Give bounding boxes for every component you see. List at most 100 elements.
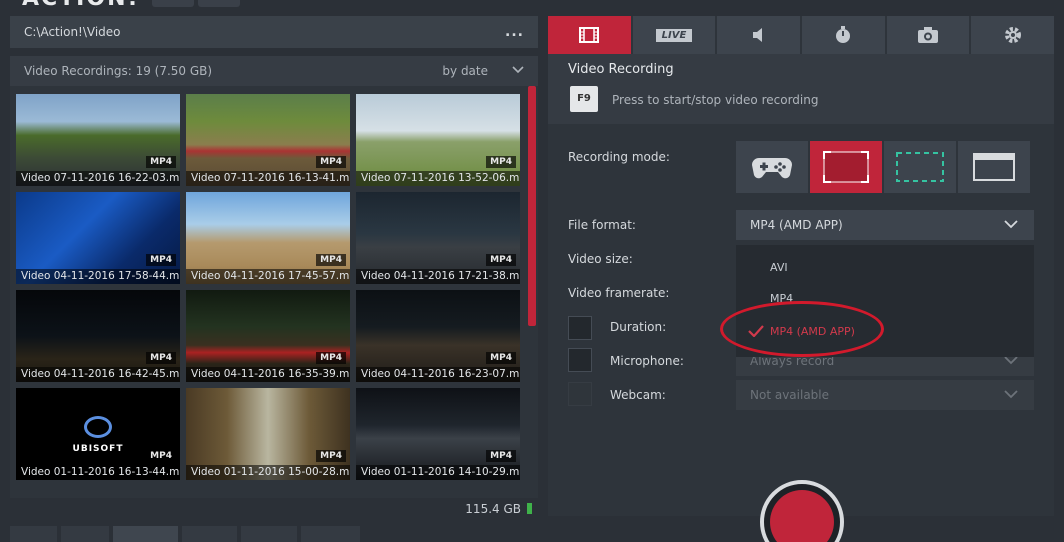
video-thumbnail[interactable]: MP4 Video 04-11-2016 17-58-44.mp4	[16, 192, 180, 284]
mode-region-button[interactable]	[884, 141, 956, 193]
storage-indicator-icon	[527, 503, 532, 514]
format-badge: MP4	[146, 352, 176, 364]
bottom-button-1[interactable]	[10, 526, 58, 542]
video-filename: Video 04-11-2016 16-23-07.mp4	[356, 367, 520, 382]
video-thumbnail[interactable]: MP4 Video 07-11-2016 16-13-41.mp4	[186, 94, 350, 186]
folder-path: C:\Action!\Video	[24, 25, 121, 39]
hotkey-hint: Press to start/stop video recording	[612, 93, 819, 107]
chevron-down-icon	[1004, 390, 1018, 399]
tab-screenshot[interactable]	[886, 16, 970, 54]
film-icon	[579, 27, 600, 43]
file-format-label: File format:	[568, 218, 636, 232]
video-thumbnail[interactable]: MP4 Video 04-11-2016 17-21-38.mp4	[356, 192, 520, 284]
duration-checkbox[interactable]	[568, 316, 592, 340]
free-storage-value: 115.4 GB	[465, 502, 521, 516]
chevron-down-icon	[1004, 220, 1018, 229]
record-icon	[770, 490, 834, 542]
gear-icon	[1004, 27, 1021, 43]
mode-window-button[interactable]	[958, 141, 1030, 193]
video-thumbnail[interactable]: UBISOFT MP4 Video 01-11-2016 16-13-44.mp…	[16, 388, 180, 480]
ubisoft-logo-icon	[84, 416, 112, 438]
tab-video[interactable]	[548, 16, 631, 54]
chevron-down-icon[interactable]	[512, 66, 524, 74]
format-badge: MP4	[316, 254, 346, 266]
file-format-select[interactable]: MP4 (AMD APP)	[736, 210, 1034, 240]
webcam-label: Webcam:	[610, 388, 666, 402]
free-storage: 115.4 GB	[465, 502, 532, 516]
video-filename: Video 07-11-2016 13-52-06.mp4	[356, 171, 520, 186]
format-badge: MP4	[486, 254, 516, 266]
video-thumbnail[interactable]: MP4 Video 01-11-2016 15-00-28.mp4	[186, 388, 350, 480]
highlight-ring	[720, 301, 884, 357]
duration-label: Duration:	[610, 320, 667, 334]
microphone-checkbox[interactable]	[568, 348, 592, 372]
video-thumbnail[interactable]: MP4 Video 04-11-2016 16-42-45.mp4	[16, 290, 180, 382]
settings-panel: LIVE Video Recording F9 Press to start/s…	[548, 16, 1055, 516]
speaker-icon	[752, 28, 762, 42]
video-filename: Video 04-11-2016 16-42-45.mp4	[16, 367, 180, 382]
webcam-select[interactable]: Not available	[736, 380, 1034, 410]
video-filename: Video 01-11-2016 14-10-29.mp4	[356, 465, 520, 480]
mode-fullscreen-button[interactable]	[810, 141, 882, 193]
format-badge: MP4	[486, 156, 516, 168]
video-filename: Video 04-11-2016 17-21-38.mp4	[356, 269, 520, 284]
format-badge: MP4	[316, 156, 346, 168]
format-badge: MP4	[146, 450, 176, 462]
play-button[interactable]	[61, 526, 109, 542]
format-badge: MP4	[316, 352, 346, 364]
bottom-toolbar	[10, 526, 360, 542]
mode-game-button[interactable]	[736, 141, 808, 193]
browse-folder-button[interactable]: ...	[505, 24, 524, 40]
stopwatch-icon	[836, 26, 851, 43]
window-icon	[973, 153, 1015, 181]
tab-benchmark[interactable]	[802, 16, 885, 54]
app-logo: ACTION!	[22, 0, 140, 11]
live-icon: LIVE	[655, 28, 693, 42]
gamepad-icon	[752, 158, 792, 179]
recording-mode-selector	[736, 141, 1030, 193]
path-bar: C:\Action!\Video ...	[10, 16, 538, 48]
video-framerate-label: Video framerate:	[568, 286, 670, 300]
format-badge: MP4	[146, 254, 176, 266]
video-size-label: Video size:	[568, 252, 633, 266]
video-filename: Video 04-11-2016 17-58-44.mp4	[16, 269, 180, 284]
video-thumbnail[interactable]: MP4 Video 04-11-2016 16-35-39.mp4	[186, 290, 350, 382]
settings-tabs: LIVE	[548, 16, 1055, 54]
region-icon	[896, 152, 944, 182]
video-library-panel: C:\Action!\Video ... Video Recordings: 1…	[10, 16, 538, 516]
video-filename: Video 04-11-2016 17-45-57.mp4	[186, 269, 350, 284]
video-thumbnail[interactable]: MP4 Video 04-11-2016 16-23-07.mp4	[356, 290, 520, 382]
video-thumbnail[interactable]: MP4 Video 04-11-2016 17-45-57.mp4	[186, 192, 350, 284]
format-badge: MP4	[486, 450, 516, 462]
fullscreen-icon	[823, 151, 869, 183]
upload-button[interactable]	[182, 526, 238, 542]
video-filename: Video 07-11-2016 16-22-03.mp4	[16, 171, 180, 186]
format-option-avi[interactable]: AVI	[770, 261, 788, 274]
scrollbar[interactable]	[528, 86, 536, 326]
list-title: Video Recordings: 19 (7.50 GB)	[24, 64, 213, 78]
video-thumbnail[interactable]: MP4 Video 07-11-2016 13-52-06.mp4	[356, 94, 520, 186]
video-thumbnail[interactable]: MP4 Video 01-11-2016 14-10-29.mp4	[356, 388, 520, 480]
file-format-value: MP4 (AMD APP)	[750, 218, 843, 232]
facebook-button[interactable]	[241, 526, 297, 542]
hotkey-button[interactable]: F9	[570, 86, 598, 112]
video-filename: Video 07-11-2016 16-13-41.mp4	[186, 171, 350, 186]
tab-settings[interactable]	[971, 16, 1055, 54]
bottom-button-3[interactable]	[112, 526, 179, 542]
video-grid: MP4 Video 07-11-2016 16-22-03.mp4 MP4 Vi…	[10, 86, 538, 498]
webcam-value: Not available	[750, 388, 830, 402]
format-badge: MP4	[146, 156, 176, 168]
video-thumbnail[interactable]: MP4 Video 07-11-2016 16-22-03.mp4	[16, 94, 180, 186]
sort-label[interactable]: by date	[442, 64, 488, 78]
webcam-checkbox[interactable]	[568, 382, 592, 406]
youtube-button[interactable]	[300, 526, 360, 542]
video-recording-header: Video Recording F9 Press to start/stop v…	[548, 54, 1054, 124]
tab-live[interactable]: LIVE	[632, 16, 716, 54]
recording-mode-label: Recording mode:	[568, 150, 670, 164]
tab-audio[interactable]	[717, 16, 801, 54]
video-filename: Video 01-11-2016 15-00-28.mp4	[186, 465, 350, 480]
microphone-label: Microphone:	[610, 354, 684, 368]
top-button-1[interactable]	[152, 0, 194, 7]
top-button-2[interactable]	[198, 0, 240, 7]
format-badge: MP4	[486, 352, 516, 364]
